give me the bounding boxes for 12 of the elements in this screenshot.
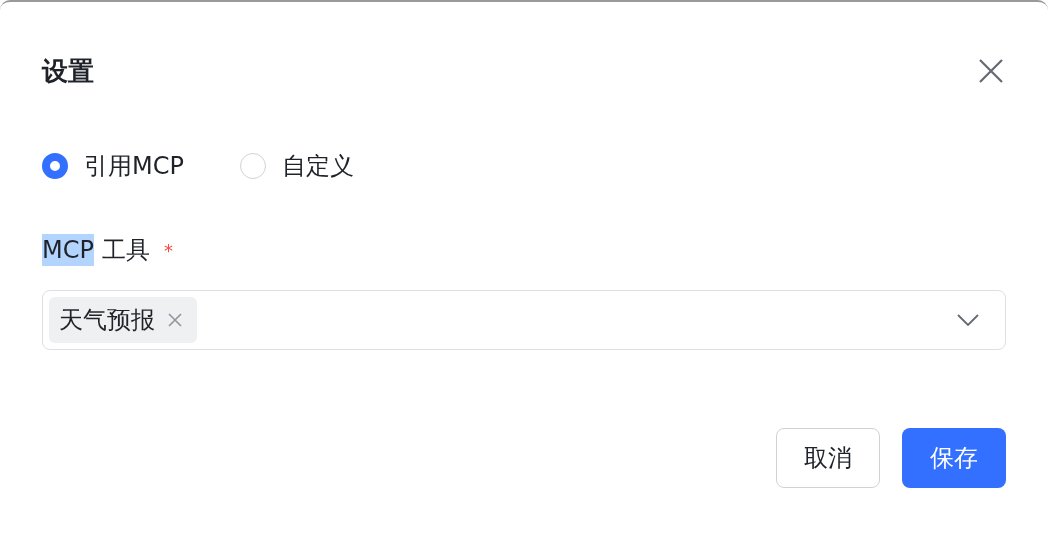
tool-select-field[interactable]: 天气预报	[42, 290, 1006, 350]
cancel-button[interactable]: 取消	[776, 428, 880, 488]
radio-label[interactable]: 引用MCP	[84, 150, 184, 182]
field-label: MCP	[42, 234, 94, 266]
chevron-down-icon	[957, 314, 979, 326]
tag-label: 天气预报	[59, 305, 155, 336]
radio-label[interactable]: 自定义	[281, 150, 354, 182]
dialog-title: 设置	[42, 54, 94, 88]
save-button[interactable]: 保存	[902, 428, 1006, 488]
radio-button[interactable]	[42, 153, 68, 179]
field-label: 工具	[101, 235, 150, 266]
required-mark: *	[163, 239, 173, 261]
